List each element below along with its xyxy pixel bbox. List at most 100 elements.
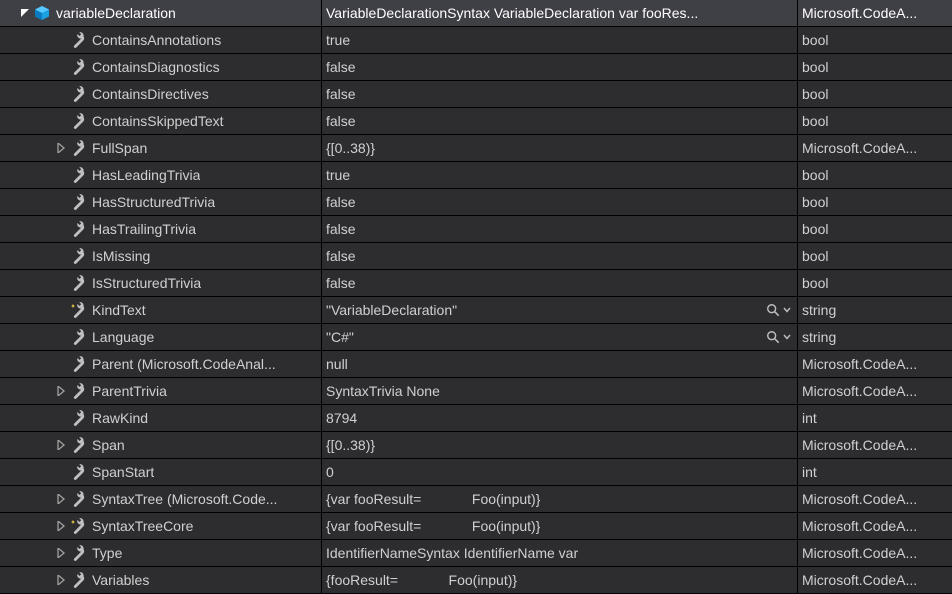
property-value: {var fooResult= Foo(input)}	[326, 518, 540, 534]
property-row[interactable]: ContainsSkippedText false bool	[0, 108, 952, 135]
property-type: Microsoft.CodeA...	[802, 491, 917, 507]
debugger-watch-grid: variableDeclaration VariableDeclarationS…	[0, 0, 952, 594]
property-name: HasTrailingTrivia	[92, 221, 196, 237]
property-row[interactable]: ContainsAnnotations true bool	[0, 27, 952, 54]
expand-icon[interactable]	[56, 494, 66, 504]
wrench-icon	[70, 113, 86, 129]
wrench-icon	[70, 221, 86, 237]
property-row[interactable]: HasStructuredTriviafalsebool	[0, 189, 952, 216]
property-value: false	[326, 194, 356, 210]
property-row[interactable]: IsStructuredTriviafalsebool	[0, 270, 952, 297]
property-name: ContainsDirectives	[92, 86, 209, 102]
wrench-icon	[70, 491, 86, 507]
property-type: Microsoft.CodeA...	[802, 518, 917, 534]
wrench-icon	[70, 410, 86, 426]
property-name: IsStructuredTrivia	[92, 275, 201, 291]
property-value: "C#"	[326, 329, 354, 345]
property-row[interactable]: RawKind8794int	[0, 405, 952, 432]
property-type: bool	[802, 167, 828, 183]
expander-placeholder	[56, 35, 66, 45]
expand-icon[interactable]	[56, 440, 66, 450]
property-type: int	[802, 410, 817, 426]
expand-icon[interactable]	[56, 386, 66, 396]
property-name: IsMissing	[92, 248, 150, 264]
property-type: Microsoft.CodeA...	[802, 437, 917, 453]
expand-icon[interactable]	[56, 521, 66, 531]
chevron-down-icon	[783, 333, 791, 341]
text-visualizer-button[interactable]	[766, 330, 791, 344]
wrench-spark-icon	[70, 518, 86, 534]
chevron-down-icon	[783, 306, 791, 314]
property-row[interactable]: ContainsDiagnostics false bool	[0, 54, 952, 81]
wrench-icon	[70, 356, 86, 372]
property-row[interactable]: FullSpan{[0..38)}Microsoft.CodeA...	[0, 135, 952, 162]
property-row[interactable]: SyntaxTreeCore {var fooResult= Foo(input)…	[0, 513, 952, 540]
property-name: ContainsSkippedText	[92, 113, 224, 129]
expand-icon[interactable]	[56, 548, 66, 558]
property-row[interactable]: SpanStart 0 int	[0, 459, 952, 486]
property-row[interactable]: Type IdentifierNameSyntax IdentifierName …	[0, 540, 952, 567]
property-type: bool	[802, 32, 828, 48]
property-row[interactable]: Language"C#"string	[0, 324, 952, 351]
property-row[interactable]: ParentTriviaSyntaxTrivia NoneMicrosoft.C…	[0, 378, 952, 405]
property-type: string	[802, 302, 836, 318]
property-name: Span	[92, 437, 125, 453]
property-name: Parent (Microsoft.CodeAnal...	[92, 356, 276, 372]
property-value: {[0..38)}	[326, 437, 375, 453]
text-visualizer-button[interactable]	[766, 303, 791, 317]
property-type: Microsoft.CodeA...	[802, 5, 917, 21]
property-row[interactable]: ContainsDirectives false bool	[0, 81, 952, 108]
magnifier-icon	[766, 330, 780, 344]
wrench-icon	[70, 140, 86, 156]
property-name: ContainsAnnotations	[92, 32, 221, 48]
wrench-icon	[70, 248, 86, 264]
property-value: false	[326, 113, 356, 129]
expander-placeholder	[56, 332, 66, 342]
property-value: true	[326, 32, 350, 48]
property-name: Type	[92, 545, 122, 561]
property-type: Microsoft.CodeA...	[802, 140, 917, 156]
property-value: false	[326, 248, 356, 264]
property-row[interactable]: SyntaxTree (Microsoft.Code...{var fooRes…	[0, 486, 952, 513]
property-name: KindText	[92, 302, 146, 318]
expander-placeholder	[56, 197, 66, 207]
expander-placeholder	[56, 62, 66, 72]
property-name: SyntaxTreeCore	[92, 518, 193, 534]
property-row[interactable]: Span {[0..38)} Microsoft.CodeA...	[0, 432, 952, 459]
wrench-icon	[70, 437, 86, 453]
property-row[interactable]: IsMissingfalsebool	[0, 243, 952, 270]
property-value: IdentifierNameSyntax IdentifierName var	[326, 545, 578, 561]
box-icon	[34, 5, 50, 21]
property-value: 0	[326, 464, 334, 480]
wrench-icon	[70, 383, 86, 399]
property-value: false	[326, 86, 356, 102]
wrench-icon	[70, 194, 86, 210]
property-row[interactable]: Parent (Microsoft.CodeAnal...nullMicroso…	[0, 351, 952, 378]
property-row[interactable]: HasTrailingTriviafalsebool	[0, 216, 952, 243]
property-row[interactable]: KindText"VariableDeclaration"string	[0, 297, 952, 324]
wrench-icon	[70, 86, 86, 102]
property-value: true	[326, 167, 350, 183]
property-type: bool	[802, 113, 828, 129]
root-row[interactable]: variableDeclaration VariableDeclarationS…	[0, 0, 952, 27]
property-type: int	[802, 464, 817, 480]
property-row[interactable]: HasLeadingTriviatruebool	[0, 162, 952, 189]
property-type: bool	[802, 86, 828, 102]
wrench-icon	[70, 329, 86, 345]
magnifier-icon	[766, 303, 780, 317]
property-name: SpanStart	[92, 464, 154, 480]
property-name: RawKind	[92, 410, 148, 426]
collapse-icon[interactable]	[20, 8, 30, 18]
wrench-icon	[70, 572, 86, 588]
property-name: Language	[92, 329, 154, 345]
property-type: Microsoft.CodeA...	[802, 545, 917, 561]
property-type: bool	[802, 221, 828, 237]
property-type: bool	[802, 59, 828, 75]
property-name: SyntaxTree (Microsoft.Code...	[92, 491, 277, 507]
property-value: SyntaxTrivia None	[326, 383, 440, 399]
expand-icon[interactable]	[56, 143, 66, 153]
property-value: false	[326, 275, 356, 291]
property-name: ContainsDiagnostics	[92, 59, 220, 75]
property-value: false	[326, 59, 356, 75]
expand-icon[interactable]	[56, 575, 66, 585]
